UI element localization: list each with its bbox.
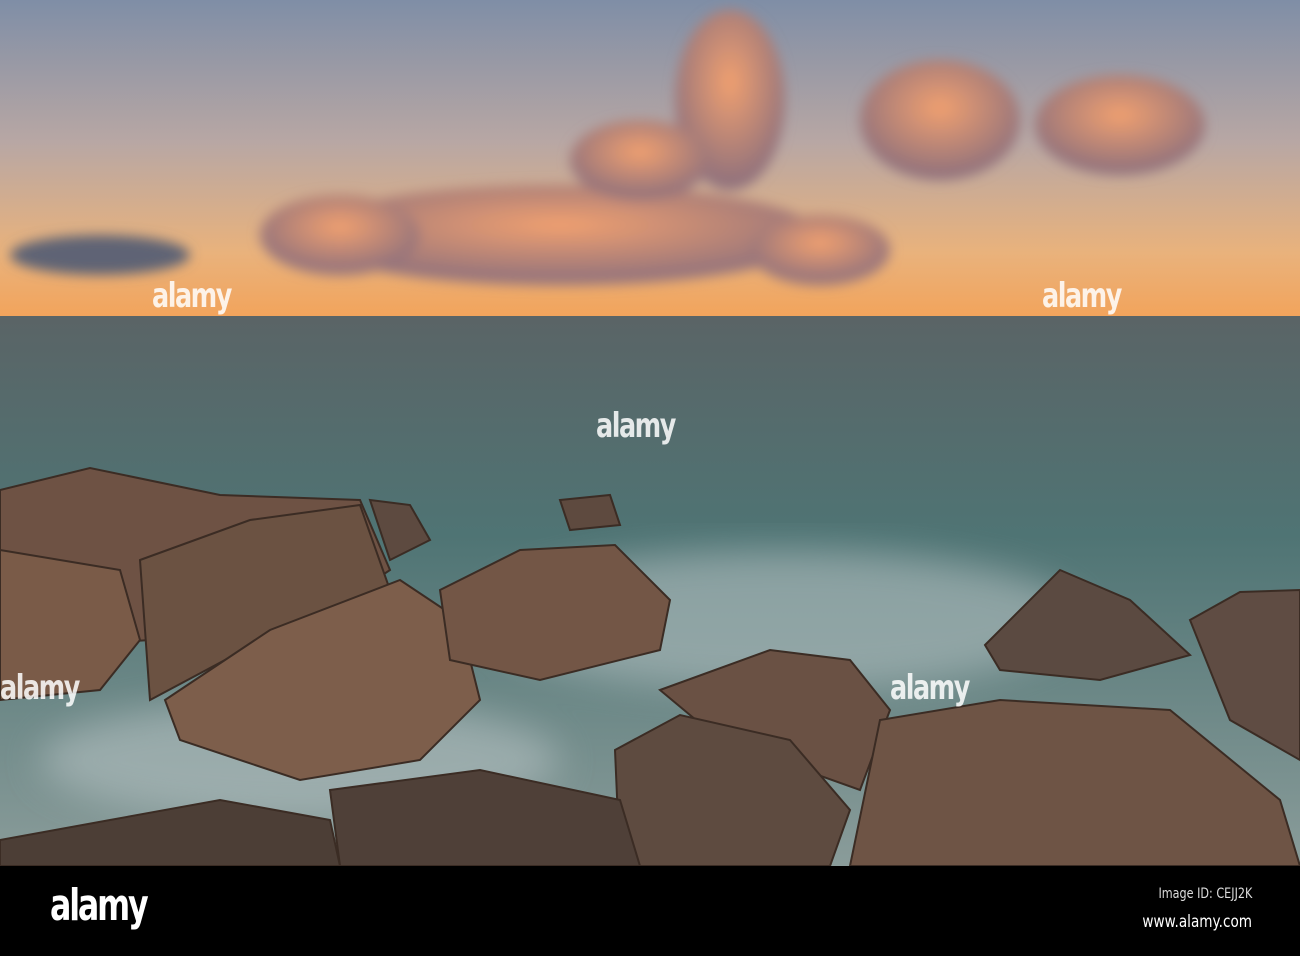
stock-photo-page: alamy alamy alamy alamy alamy alamy Imag… — [0, 0, 1300, 956]
image-id: Image ID: CEJJ2K — [1158, 886, 1252, 902]
watermark: alamy — [0, 668, 80, 708]
watermark: alamy — [152, 276, 232, 316]
watermark: alamy — [1042, 276, 1122, 316]
alamy-logo[interactable]: alamy — [50, 880, 149, 931]
website-link[interactable]: www.alamy.com — [1142, 912, 1252, 932]
footer-bar: alamy Image ID: CEJJ2K www.alamy.com — [0, 866, 1300, 956]
watermark: alamy — [890, 668, 970, 708]
watermark: alamy — [596, 406, 676, 446]
